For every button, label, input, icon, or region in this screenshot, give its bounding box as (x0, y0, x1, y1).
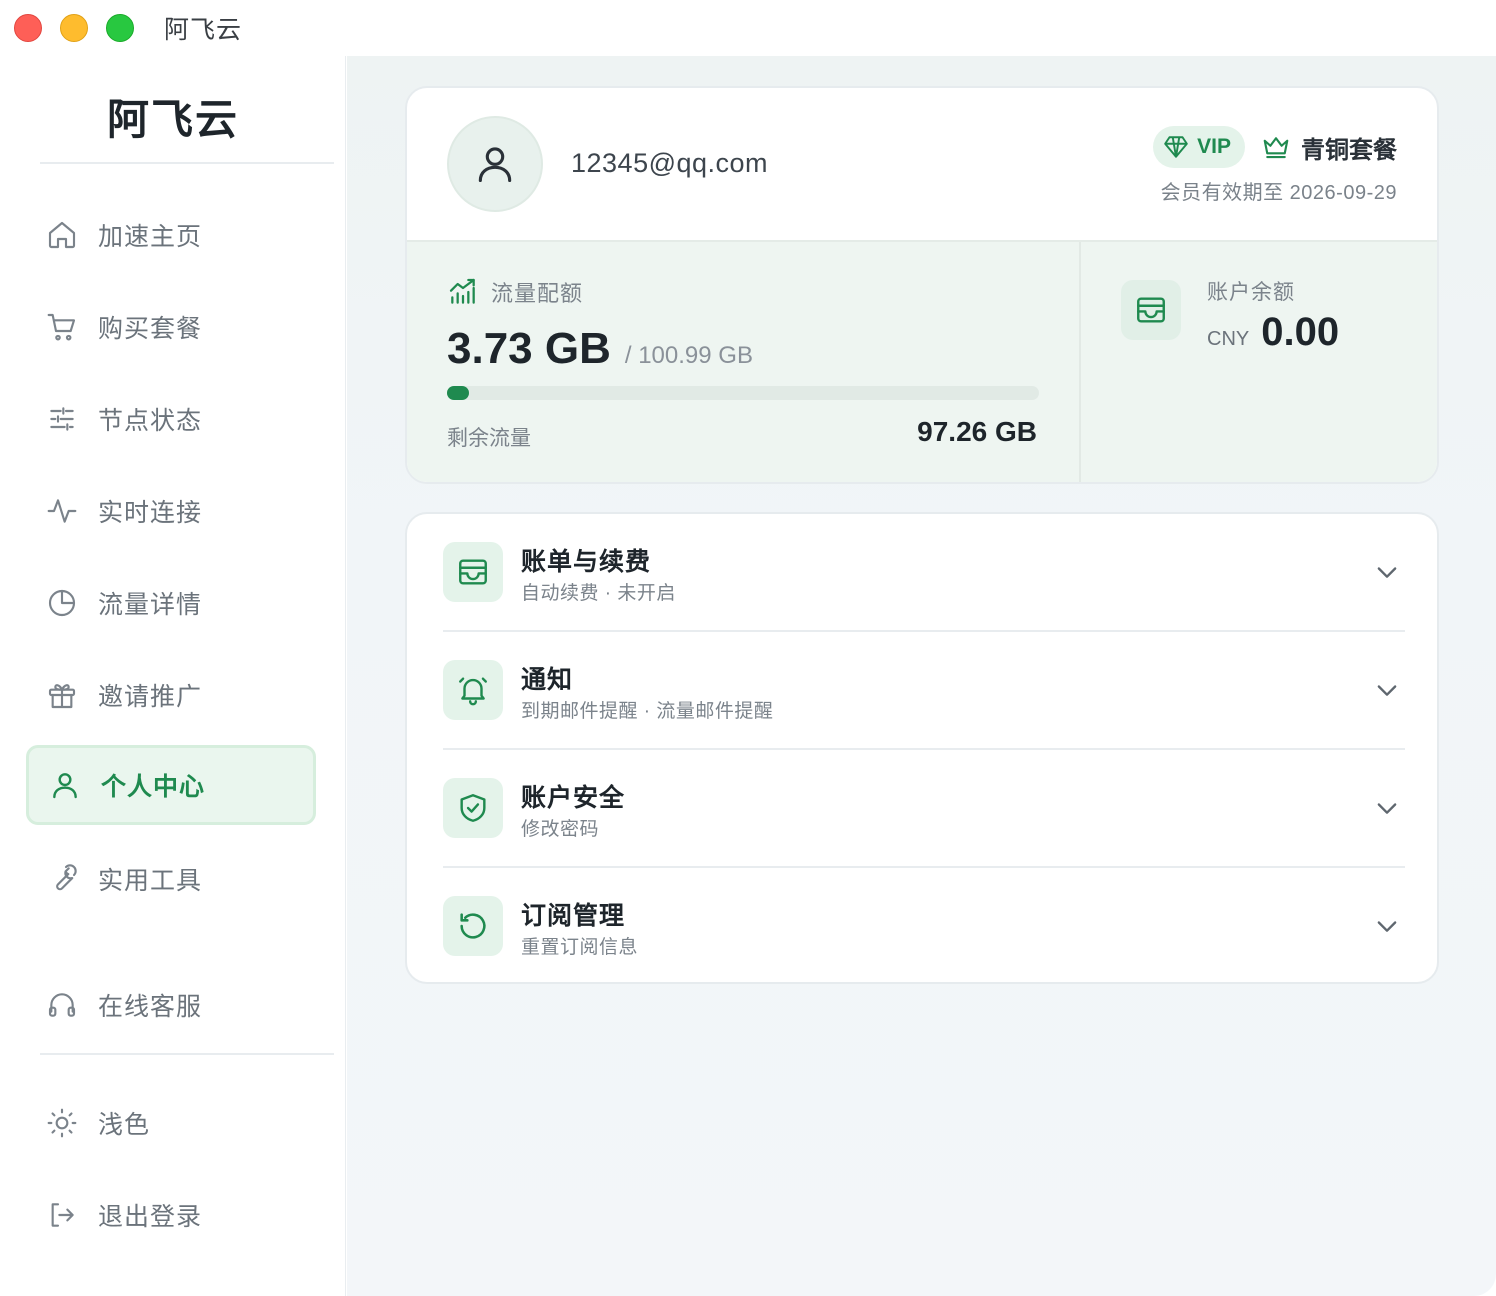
setting-billing[interactable]: 账单与续费 自动续费 · 未开启 (443, 514, 1405, 632)
balance-value: 0.00 (1261, 310, 1340, 354)
sidebar-item-label: 实时连接 (98, 499, 203, 527)
bell-icon (459, 677, 487, 706)
sliders-icon (50, 407, 74, 431)
sidebar-divider (40, 162, 334, 164)
sidebar-item-home[interactable]: 加速主页 (26, 195, 316, 275)
wallet-icon (1137, 297, 1165, 323)
refresh-icon (460, 913, 486, 939)
remaining-traffic-label: 剩余流量 (447, 427, 531, 450)
sun-icon (47, 1108, 77, 1138)
close-window-button[interactable] (14, 14, 42, 42)
sidebar-item-label: 浅色 (98, 1111, 151, 1139)
maximize-window-button[interactable] (106, 14, 134, 42)
sidebar-item-label: 实用工具 (98, 867, 203, 895)
chevron-down-icon[interactable] (1373, 794, 1401, 822)
bar-chart-icon (449, 278, 475, 304)
sidebar-item-label: 加速主页 (98, 223, 203, 251)
app-window: 阿飞云 阿飞云 加速主页 购买套餐 节点状态 实时连接 流量详情 邀请推广 个人… (0, 0, 1496, 1296)
sidebar-item-label: 流量详情 (98, 591, 203, 619)
activity-icon (47, 499, 77, 523)
vip-label: VIP (1197, 135, 1231, 158)
sidebar-item-label: 节点状态 (98, 407, 203, 435)
traffic-progress-bar (447, 386, 1039, 400)
user-icon (478, 147, 512, 183)
shield-check-icon (460, 794, 486, 822)
settings-card: 账单与续费 自动续费 · 未开启 通知 到期邮件提醒 · 流量邮件提醒 账户安全… (405, 512, 1439, 984)
remaining-traffic-value: 97.26 GB (917, 416, 1037, 447)
plan-badge: 青铜套餐 (1261, 130, 1397, 165)
traffic-quota-text: 流量配额 (491, 281, 584, 306)
user-email: 12345@qq.com (571, 148, 769, 178)
traffic-quota-label: 流量配额 (447, 276, 583, 308)
balance-label: 账户余额 (1207, 281, 1295, 304)
pie-chart-icon (48, 589, 76, 617)
setting-subtitle: 修改密码 (521, 819, 600, 840)
setting-icon-box (443, 778, 503, 838)
setting-title: 订阅管理 (521, 902, 626, 930)
plan-name: 青铜套餐 (1301, 136, 1397, 164)
sidebar-item-traffic-details[interactable]: 流量详情 (26, 563, 316, 643)
setting-subtitle: 重置订阅信息 (521, 937, 639, 958)
traffic-quota-section: 流量配额 3.73 GB / 100.99 GB 剩余流量 97.26 GB (407, 242, 1081, 482)
setting-icon-box (443, 896, 503, 956)
avatar[interactable] (447, 116, 543, 212)
traffic-total: / 100.99 GB (624, 342, 753, 369)
sidebar-item-node-status[interactable]: 节点状态 (26, 379, 316, 459)
sidebar-divider (40, 1053, 334, 1055)
setting-subtitle: 自动续费 · 未开启 (521, 583, 676, 604)
cart-icon (47, 313, 76, 341)
membership-expiry: 会员有效期至 2026-09-29 (1160, 182, 1397, 204)
home-icon (48, 221, 76, 249)
wrench-icon (56, 864, 77, 891)
profile-card: 12345@qq.com VIP 青铜套餐 会员有效期至 2026-09-29 … (405, 86, 1439, 484)
crown-icon (1263, 137, 1289, 159)
sidebar-item-label: 购买套餐 (98, 315, 203, 343)
balance-currency: CNY (1207, 328, 1250, 350)
brand-logo-text: 阿飞云 (106, 96, 239, 143)
setting-icon-box (443, 660, 503, 720)
setting-title: 通知 (521, 666, 574, 694)
traffic-usage: 3.73 GB / 100.99 GB (447, 324, 753, 374)
sidebar-item-label: 个人中心 (101, 773, 206, 801)
main-content: 12345@qq.com VIP 青铜套餐 会员有效期至 2026-09-29 … (347, 56, 1496, 1296)
theme-toggle-button[interactable]: 浅色 (26, 1083, 316, 1163)
sidebar-item-label: 在线客服 (98, 993, 203, 1021)
wallet-icon (459, 559, 487, 585)
sidebar-item-buy-plan[interactable]: 购买套餐 (26, 287, 316, 367)
sidebar-item-profile[interactable]: 个人中心 (26, 745, 316, 825)
sidebar-item-tools[interactable]: 实用工具 (26, 839, 316, 919)
membership-badges: VIP 青铜套餐 (1153, 126, 1397, 168)
sidebar-item-label: 邀请推广 (98, 683, 203, 711)
sidebar-item-live-connections[interactable]: 实时连接 (26, 471, 316, 551)
sidebar-item-label: 退出登录 (98, 1203, 203, 1231)
diamond-icon (1164, 136, 1188, 158)
balance-amount: CNY 0.00 (1207, 310, 1339, 355)
sidebar-item-invite[interactable]: 邀请推广 (26, 655, 316, 735)
chevron-down-icon[interactable] (1373, 912, 1401, 940)
setting-subscription[interactable]: 订阅管理 重置订阅信息 (443, 868, 1405, 982)
setting-title: 账单与续费 (521, 548, 652, 576)
setting-icon-box (443, 542, 503, 602)
setting-subtitle: 到期邮件提醒 · 流量邮件提醒 (521, 701, 774, 722)
setting-title: 账户安全 (521, 784, 626, 812)
vip-badge: VIP (1153, 126, 1245, 168)
logout-icon (51, 1203, 74, 1227)
setting-account-security[interactable]: 账户安全 修改密码 (443, 750, 1405, 868)
user-icon (53, 773, 77, 799)
balance-icon-box (1121, 280, 1181, 340)
headphones-icon (48, 993, 76, 1017)
sidebar: 阿飞云 加速主页 购买套餐 节点状态 实时连接 流量详情 邀请推广 个人中心 实… (0, 56, 346, 1296)
traffic-progress-fill (447, 386, 469, 400)
title-bar: 阿飞云 (0, 0, 1496, 56)
traffic-used: 3.73 GB (447, 324, 611, 373)
logout-button[interactable]: 退出登录 (26, 1175, 316, 1255)
chevron-down-icon[interactable] (1373, 558, 1401, 586)
stats-panel: 流量配额 3.73 GB / 100.99 GB 剩余流量 97.26 GB 账… (407, 240, 1437, 482)
window-title: 阿飞云 (164, 16, 243, 44)
minimize-window-button[interactable] (60, 14, 88, 42)
sidebar-item-support[interactable]: 在线客服 (26, 965, 316, 1045)
setting-notifications[interactable]: 通知 到期邮件提醒 · 流量邮件提醒 (443, 632, 1405, 750)
chevron-down-icon[interactable] (1373, 676, 1401, 704)
gift-icon (48, 684, 76, 709)
